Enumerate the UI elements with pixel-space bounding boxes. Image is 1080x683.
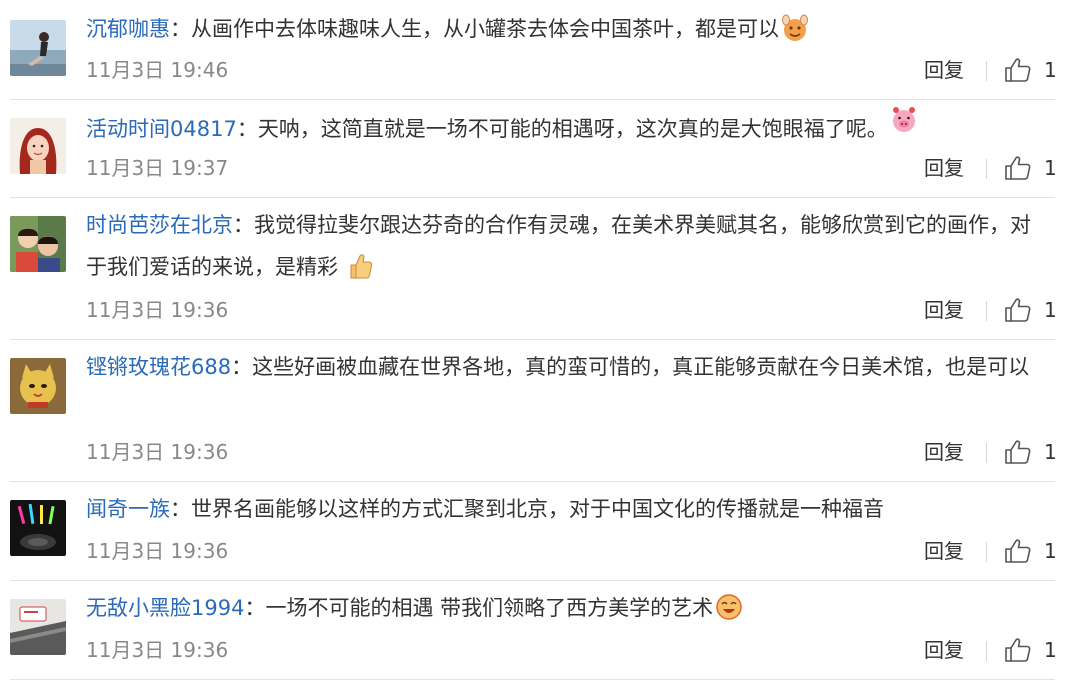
- comment-meta: 11月3日 19:36 回复 1: [86, 634, 1060, 666]
- reply-button[interactable]: 回复: [924, 152, 964, 184]
- username-colon: ：: [170, 497, 191, 521]
- action-separator: [986, 301, 987, 321]
- thumbs-up-icon: [1005, 298, 1031, 322]
- comment-timestamp: 11月3日 19:37: [86, 156, 229, 180]
- action-separator: [986, 61, 987, 81]
- like-count: 1: [1044, 58, 1057, 82]
- username-colon: ：: [236, 117, 258, 141]
- clapping-hands-emoji: [782, 14, 808, 41]
- thumbs-up-icon: [1005, 58, 1031, 82]
- comment-content: 这些好画被血藏在世界各地，真的蛮可惜的，真正能够贡献在今日美术馆，也是可以: [252, 355, 1030, 379]
- username-link[interactable]: 沉郁咖惠: [86, 17, 170, 41]
- username-colon: ：: [231, 355, 253, 379]
- comment-meta: 11月3日 19:36 回复 1: [86, 436, 1060, 468]
- comment-text-block: 铿锵玫瑰花688：这些好画被血藏在世界各地，真的蛮可惜的，真正能够贡献在今日美术…: [86, 346, 1046, 388]
- comment-divider: [10, 99, 1055, 100]
- comment-timestamp: 11月3日 19:36: [86, 440, 229, 464]
- pig-face-emoji: [892, 107, 915, 132]
- username-link[interactable]: 活动时间04817: [86, 117, 237, 141]
- action-separator: [986, 159, 987, 179]
- like-count: 1: [1044, 298, 1057, 322]
- comment-timestamp: 11月3日 19:36: [86, 638, 229, 662]
- username-link[interactable]: 闻奇一族: [86, 497, 170, 521]
- avatar[interactable]: [10, 599, 66, 655]
- comment-timestamp: 11月3日 19:36: [86, 539, 229, 563]
- reply-button[interactable]: 回复: [924, 436, 964, 468]
- username-colon: ：: [244, 596, 266, 620]
- avatar[interactable]: [10, 216, 66, 272]
- avatar[interactable]: [10, 358, 66, 414]
- comment-divider: [10, 339, 1055, 340]
- comment-divider: [10, 197, 1055, 198]
- comment-meta: 11月3日 19:46 回复 1: [86, 54, 1060, 86]
- laughing-face-emoji: [716, 594, 742, 620]
- comment-content: 天呐，这简直就是一场不可能的相遇呀，这次真的是大饱眼福了呢。: [257, 117, 888, 141]
- reply-button[interactable]: 回复: [924, 294, 964, 326]
- reply-button[interactable]: 回复: [924, 634, 964, 666]
- username-link[interactable]: 无敌小黑脸1994: [86, 596, 244, 620]
- action-separator: [986, 542, 987, 562]
- comment-meta: 11月3日 19:36 回复 1: [86, 294, 1060, 326]
- action-separator: [986, 641, 987, 661]
- thumbs-up-icon: [1005, 440, 1031, 464]
- avatar[interactable]: [10, 500, 66, 556]
- comment-content: 世界名画能够以这样的方式汇聚到北京，对于中国文化的传播就是一种福音: [191, 497, 884, 521]
- action-separator: [986, 443, 987, 463]
- comment-divider: [10, 679, 1055, 680]
- thumbs-up-emoji: [350, 254, 373, 279]
- like-count: 1: [1044, 638, 1057, 662]
- like-count: 1: [1044, 156, 1057, 180]
- comment-text-block: 时尚芭莎在北京：我觉得拉斐尔跟达芬奇的合作有灵魂，在美术界美赋其名，能够欣赏到它…: [86, 204, 1046, 288]
- username-link[interactable]: 时尚芭莎在北京: [86, 213, 233, 237]
- like-count: 1: [1044, 539, 1057, 563]
- username-colon: ：: [233, 213, 254, 237]
- username-link[interactable]: 铿锵玫瑰花688: [86, 355, 231, 379]
- comment-content: 一场不可能的相遇 带我们领略了西方美学的艺术: [265, 596, 714, 620]
- comment-content: 从画作中去体味趣味人生，从小罐茶去体会中国茶叶，都是可以: [191, 17, 779, 41]
- thumbs-up-icon: [1005, 156, 1031, 180]
- comment-meta: 11月3日 19:36 回复 1: [86, 535, 1060, 567]
- comment-text-block: 沉郁咖惠：从画作中去体味趣味人生，从小罐茶去体会中国茶叶，都是可以: [86, 8, 1046, 50]
- like-count: 1: [1044, 440, 1057, 464]
- thumbs-up-icon: [1005, 638, 1031, 662]
- comment-timestamp: 11月3日 19:46: [86, 58, 229, 82]
- comment-divider: [10, 580, 1055, 581]
- comment-text-block: 无敌小黑脸1994：一场不可能的相遇 带我们领略了西方美学的艺术: [86, 587, 1046, 629]
- avatar[interactable]: [10, 118, 66, 174]
- comment-text-block: 闻奇一族：世界名画能够以这样的方式汇聚到北京，对于中国文化的传播就是一种福音: [86, 488, 1046, 530]
- username-colon: ：: [170, 17, 191, 41]
- comment-timestamp: 11月3日 19:36: [86, 298, 229, 322]
- reply-button[interactable]: 回复: [924, 54, 964, 86]
- comment-text-block: 活动时间04817：天呐，这简直就是一场不可能的相遇呀，这次真的是大饱眼福了呢。: [86, 106, 1046, 150]
- avatar[interactable]: [10, 20, 66, 76]
- thumbs-up-icon: [1005, 539, 1031, 563]
- reply-button[interactable]: 回复: [924, 535, 964, 567]
- comment-divider: [10, 481, 1055, 482]
- comment-meta: 11月3日 19:37 回复 1: [86, 152, 1060, 184]
